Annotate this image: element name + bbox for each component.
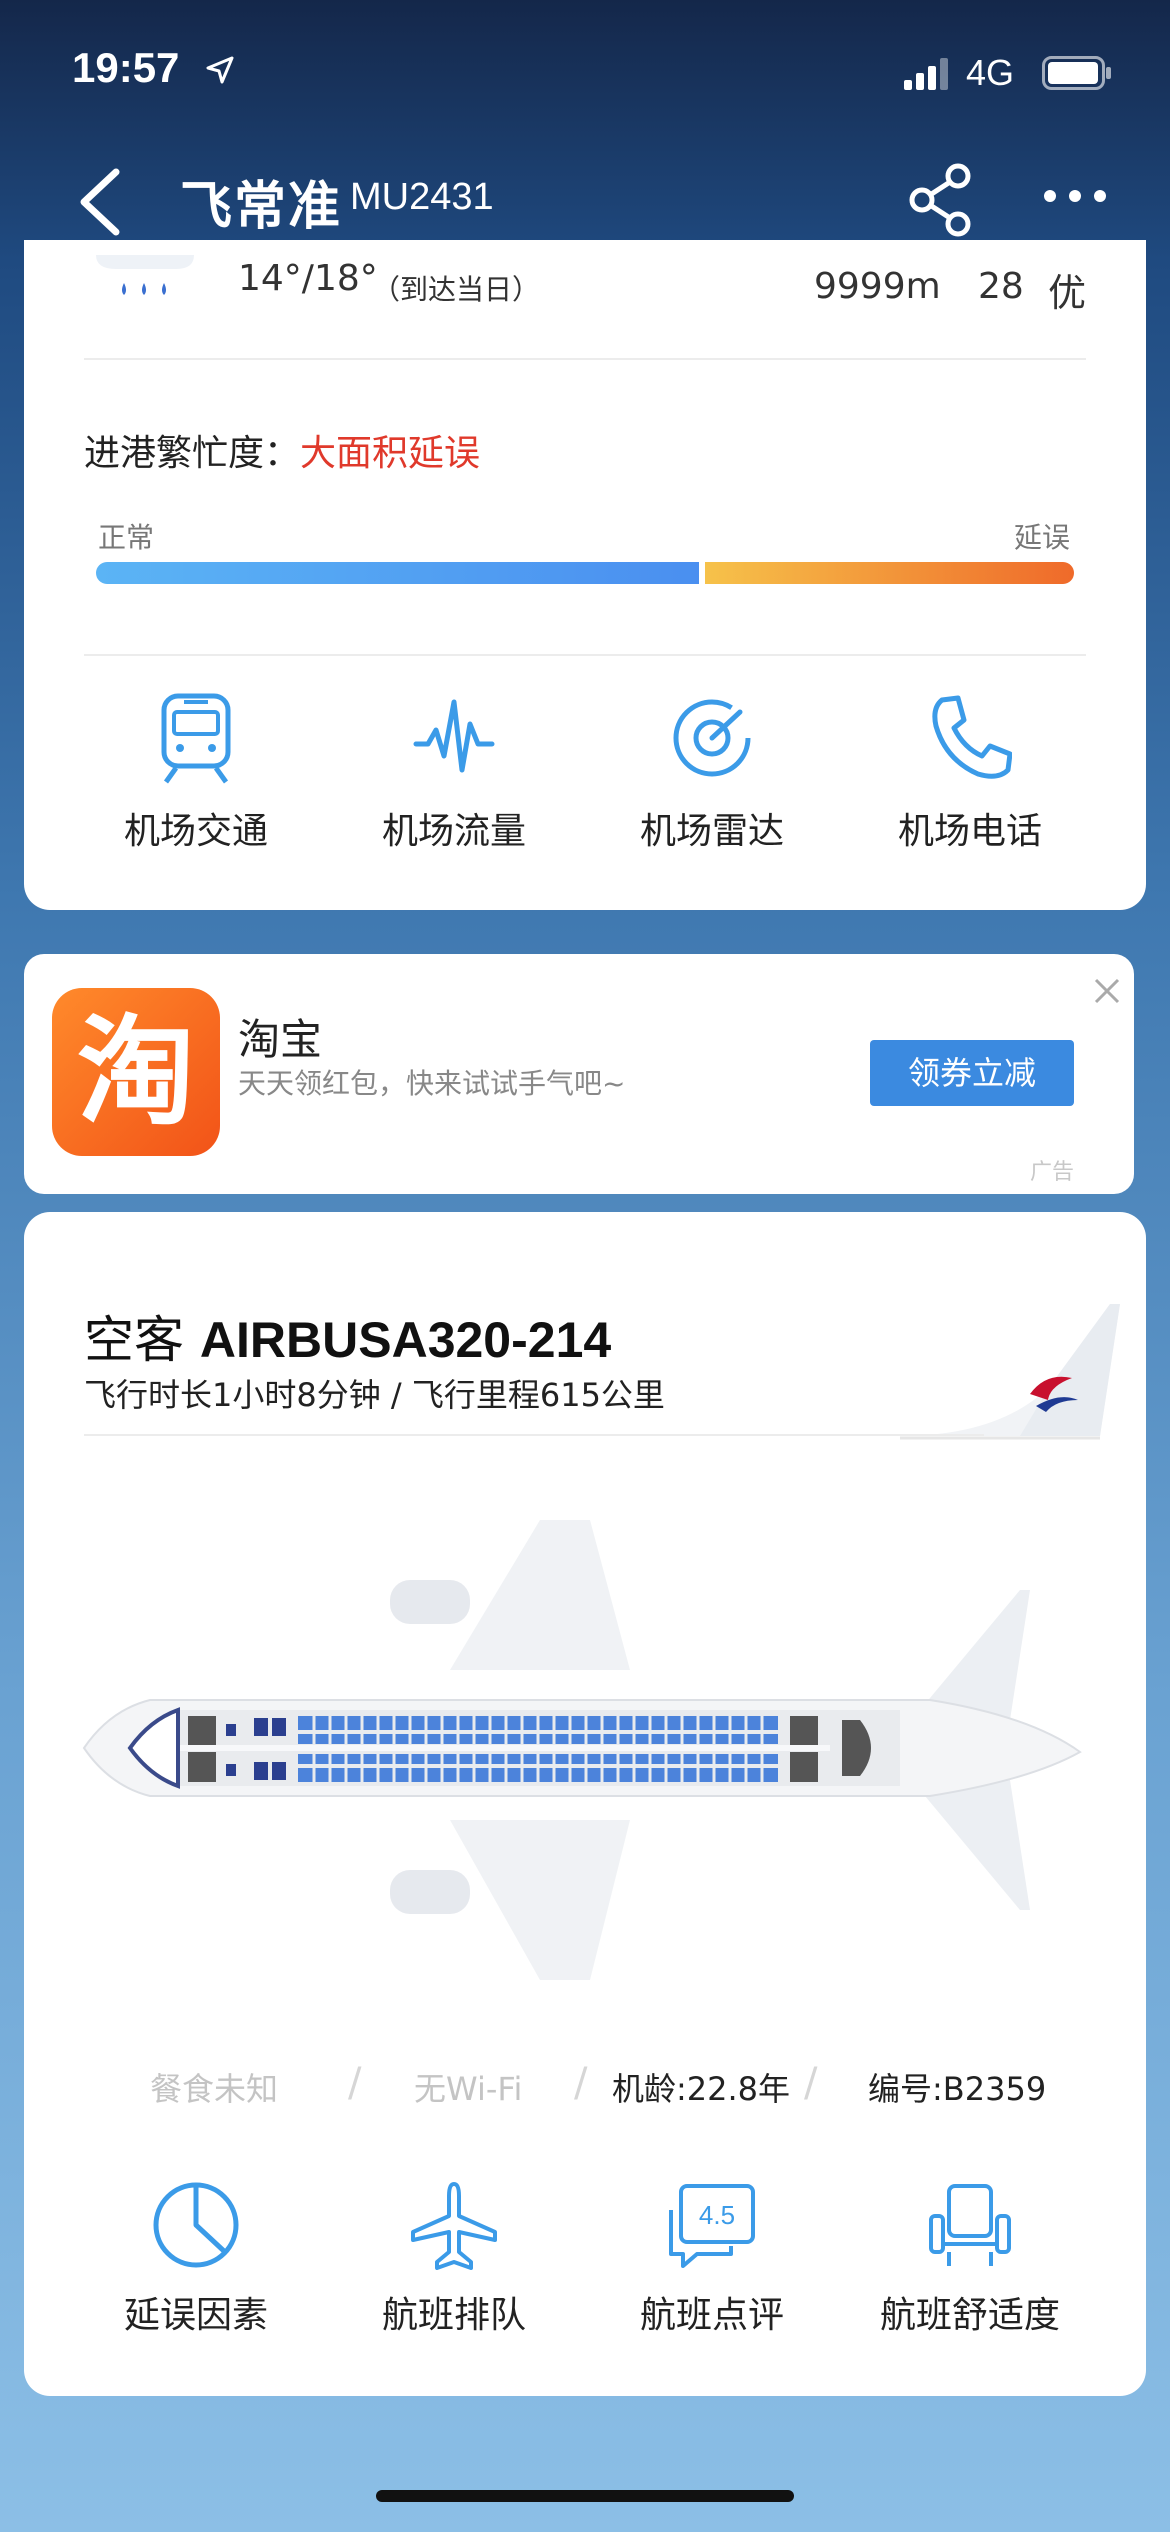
airport-radar-button[interactable]: 机场雷达 — [582, 690, 842, 854]
aircraft-summary: 飞行时长1小时8分钟 / 飞行里程615公里 — [84, 1376, 665, 1414]
airport-traffic-label: 机场流量 — [381, 811, 526, 852]
location-arrow-icon — [206, 56, 234, 84]
wifi-info: 无Wi-Fi — [414, 2070, 523, 2108]
busyness-bar-normal — [96, 562, 700, 584]
airline-tail-logo — [900, 1304, 1120, 1440]
flight-comfort-button[interactable]: 航班舒适度 — [840, 2180, 1100, 2338]
busyness-scale-normal: 正常 — [98, 521, 155, 554]
airport-transport-label: 机场交通 — [123, 811, 268, 852]
airport-traffic-button[interactable]: 机场流量 — [324, 690, 584, 854]
seat-map-diagram[interactable] — [70, 1520, 1110, 1980]
ad-description: 天天领红包，快来试试手气吧~ — [238, 1067, 626, 1100]
delay-factors-button[interactable]: 延误因素 — [66, 2180, 326, 2338]
airport-radar-label: 机场雷达 — [639, 811, 784, 852]
meal-info: 餐食未知 — [150, 2070, 279, 2108]
pie-chart-icon — [153, 2182, 239, 2268]
visibility-value: 9999m — [814, 266, 941, 307]
airport-phone-label: 机场电话 — [897, 811, 1042, 852]
rain-icon — [96, 255, 194, 295]
review-score: 4.5 — [699, 2200, 735, 2230]
waveform-icon — [413, 699, 495, 773]
ad-cta-button[interactable]: 领券立减 — [870, 1040, 1074, 1106]
phone-icon — [932, 695, 1012, 779]
airplane-icon — [411, 2182, 497, 2270]
ad-mark: 广告 — [1030, 1160, 1075, 1185]
divider — [84, 654, 1086, 656]
info-separator: / — [348, 2060, 362, 2106]
info-separator: / — [804, 2060, 818, 2106]
rating-bubble-icon: 4.5 — [669, 2184, 755, 2268]
divider — [84, 358, 1086, 360]
airport-phone-button[interactable]: 机场电话 — [840, 690, 1100, 854]
busyness-scale-delay: 延误 — [1014, 521, 1071, 554]
flight-number: MU2431 — [350, 176, 494, 218]
delay-factors-label: 延误因素 — [123, 2295, 268, 2336]
flight-review-label: 航班点评 — [639, 2295, 784, 2336]
battery-icon — [1042, 56, 1111, 90]
status-bar: 19:57 4G — [0, 0, 1170, 150]
aircraft-type: 空客 — [84, 1311, 184, 1369]
aircraft-age: 机龄:22.8年 — [612, 2070, 791, 2108]
busyness-value: 大面积延误 — [300, 433, 481, 474]
airport-transport-button[interactable]: 机场交通 — [66, 690, 326, 854]
train-icon — [161, 693, 231, 784]
flight-queue-label: 航班排队 — [381, 2295, 526, 2336]
signal-icon — [904, 58, 948, 90]
divider — [84, 1434, 984, 1436]
network-type: 4G — [966, 52, 1015, 93]
status-time: 19:57 — [72, 44, 180, 91]
more-button[interactable] — [1040, 176, 1110, 216]
aqi-level: 优 — [1048, 271, 1087, 315]
ad-title: 淘宝 — [238, 1015, 323, 1064]
busyness-label: 进港繁忙度： — [84, 433, 301, 474]
back-button[interactable] — [70, 164, 130, 240]
busyness-bar-delay — [705, 562, 1074, 584]
home-indicator[interactable] — [376, 2490, 794, 2502]
taobao-logo: 淘 — [52, 988, 220, 1156]
aqi-value: 28 — [978, 266, 1024, 307]
flight-review-button[interactable]: 4.5 航班点评 — [582, 2180, 842, 2338]
close-icon[interactable] — [1092, 976, 1122, 1006]
temperature-note: （到达当日） — [372, 273, 541, 306]
info-separator: / — [574, 2060, 588, 2106]
radar-icon — [673, 699, 751, 777]
aircraft-registration: 编号:B2359 — [868, 2070, 1047, 2108]
busyness-bar — [96, 562, 1074, 584]
flight-queue-button[interactable]: 航班排队 — [324, 2180, 584, 2338]
aircraft-model: AIRBUSA320-214 — [199, 1312, 612, 1368]
app-brand: 飞常准 — [180, 177, 343, 237]
flight-comfort-label: 航班舒适度 — [879, 2295, 1060, 2336]
temperature: 14°/18° — [238, 258, 378, 299]
aircraft-title: 空客 AIRBUSA320-214 — [84, 1300, 611, 1372]
seat-icon — [929, 2184, 1011, 2266]
share-button[interactable] — [906, 160, 976, 240]
